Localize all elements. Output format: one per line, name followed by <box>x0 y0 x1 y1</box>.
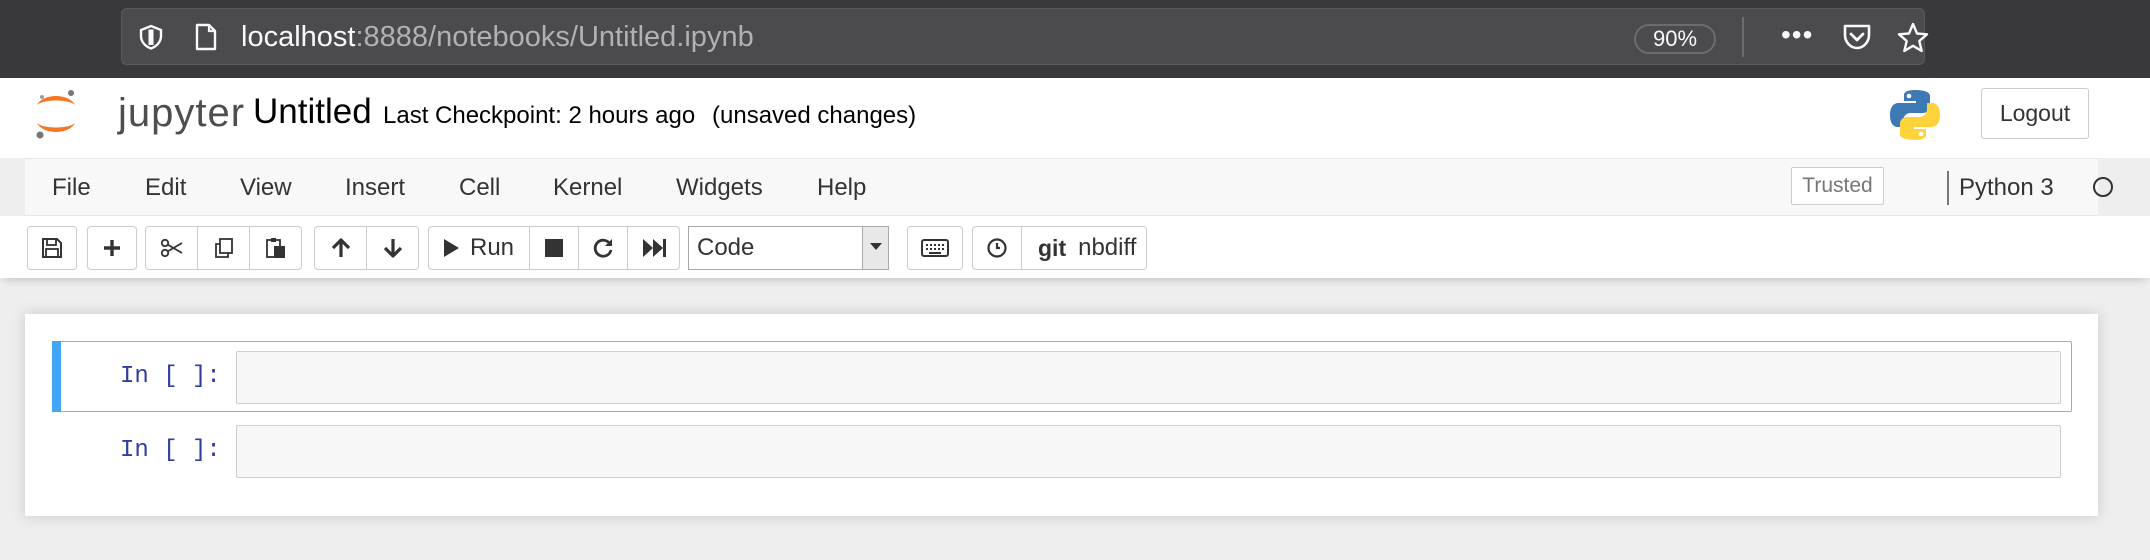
clock-icon <box>987 238 1007 258</box>
save-button[interactable] <box>27 226 77 270</box>
url-text[interactable]: localhost:8888/notebooks/Untitled.ipynb <box>241 21 754 53</box>
selected-cell-indicator <box>52 341 61 412</box>
trusted-indicator[interactable]: Trusted <box>1791 167 1884 205</box>
jupyter-logo-text: jupyter <box>118 91 246 135</box>
copy-icon <box>214 238 233 258</box>
page-info-icon[interactable] <box>194 23 218 51</box>
menu-widgets[interactable]: Widgets <box>676 175 763 201</box>
menu-edit[interactable]: Edit <box>145 175 186 201</box>
bookmark-star-icon[interactable] <box>1896 21 1930 55</box>
zoom-level-badge[interactable]: 90% <box>1634 24 1716 54</box>
paste-cells-button[interactable] <box>249 226 302 270</box>
menu-help[interactable]: Help <box>817 175 866 201</box>
menu-kernel[interactable]: Kernel <box>553 175 622 201</box>
move-up-button[interactable] <box>314 226 367 270</box>
cell-prompt: In [ ]: <box>120 437 221 464</box>
command-palette-button[interactable] <box>907 226 963 270</box>
copy-cells-button[interactable] <box>197 226 250 270</box>
plus-icon <box>104 240 120 256</box>
restart-run-all-button[interactable] <box>627 226 680 270</box>
jupyter-logo-icon <box>36 90 75 139</box>
shield-icon[interactable] <box>138 24 164 50</box>
cut-cells-button[interactable] <box>145 226 198 270</box>
menu-file[interactable]: File <box>52 175 91 201</box>
paste-icon <box>265 238 285 258</box>
move-down-button[interactable] <box>366 226 419 270</box>
kernel-name[interactable]: Python 3 <box>1959 175 2054 201</box>
run-button[interactable]: Run <box>428 226 530 270</box>
play-icon <box>444 239 459 257</box>
url-divider <box>1742 17 1744 57</box>
scissors-icon <box>160 238 182 258</box>
jupyter-logo[interactable]: jupyter <box>33 88 244 142</box>
arrow-up-icon <box>331 238 350 257</box>
arrow-down-icon <box>383 239 402 258</box>
url-path: :8888/notebooks/Untitled.ipynb <box>355 21 754 53</box>
menu-insert[interactable]: Insert <box>345 175 405 201</box>
stop-icon <box>545 239 563 257</box>
cell-prompt: In [ ]: <box>120 363 221 390</box>
cell-type-select[interactable]: Code <box>688 226 889 270</box>
notebook-name[interactable]: Untitled <box>253 92 372 132</box>
menu-cell[interactable]: Cell <box>459 175 500 201</box>
cell-type-value: Code <box>697 234 755 261</box>
chevron-down-icon[interactable] <box>862 227 888 269</box>
address-bar[interactable]: localhost:8888/notebooks/Untitled.ipynb … <box>121 8 1929 65</box>
checkpoint-history-button[interactable] <box>972 226 1022 270</box>
nbdiff-button[interactable]: git nbdiff <box>1021 226 1147 270</box>
interrupt-kernel-button[interactable] <box>529 226 579 270</box>
checkpoint-status: Last Checkpoint: 2 hours ago <box>383 102 696 129</box>
autosave-status: (unsaved changes) <box>712 102 917 129</box>
fast-forward-icon <box>642 239 666 257</box>
insert-cell-button[interactable] <box>87 226 137 270</box>
restart-kernel-button[interactable] <box>578 226 628 270</box>
page-actions-menu-icon[interactable]: ••• <box>1781 21 1821 53</box>
kernel-divider <box>1947 171 1949 205</box>
kernel-status-icon <box>2093 177 2113 197</box>
browser-toolbar: localhost:8888/notebooks/Untitled.ipynb … <box>0 0 2150 78</box>
floppy-disk-icon <box>42 238 62 258</box>
git-icon: git <box>1038 234 1067 261</box>
menubar: File Edit View Insert Cell Kernel Widget… <box>25 158 2113 216</box>
keyboard-icon <box>921 239 949 257</box>
run-label: Run <box>470 234 515 261</box>
logout-button[interactable]: Logout <box>1981 88 2089 139</box>
url-host: localhost <box>241 21 356 53</box>
restart-icon <box>593 238 613 258</box>
python-logo-icon <box>1890 90 1940 140</box>
pocket-icon[interactable] <box>1841 22 1873 52</box>
code-input-area[interactable] <box>236 425 2061 478</box>
nbdiff-label: nbdiff <box>1078 234 1137 261</box>
menu-view[interactable]: View <box>240 175 292 201</box>
code-input-area[interactable] <box>236 351 2061 404</box>
